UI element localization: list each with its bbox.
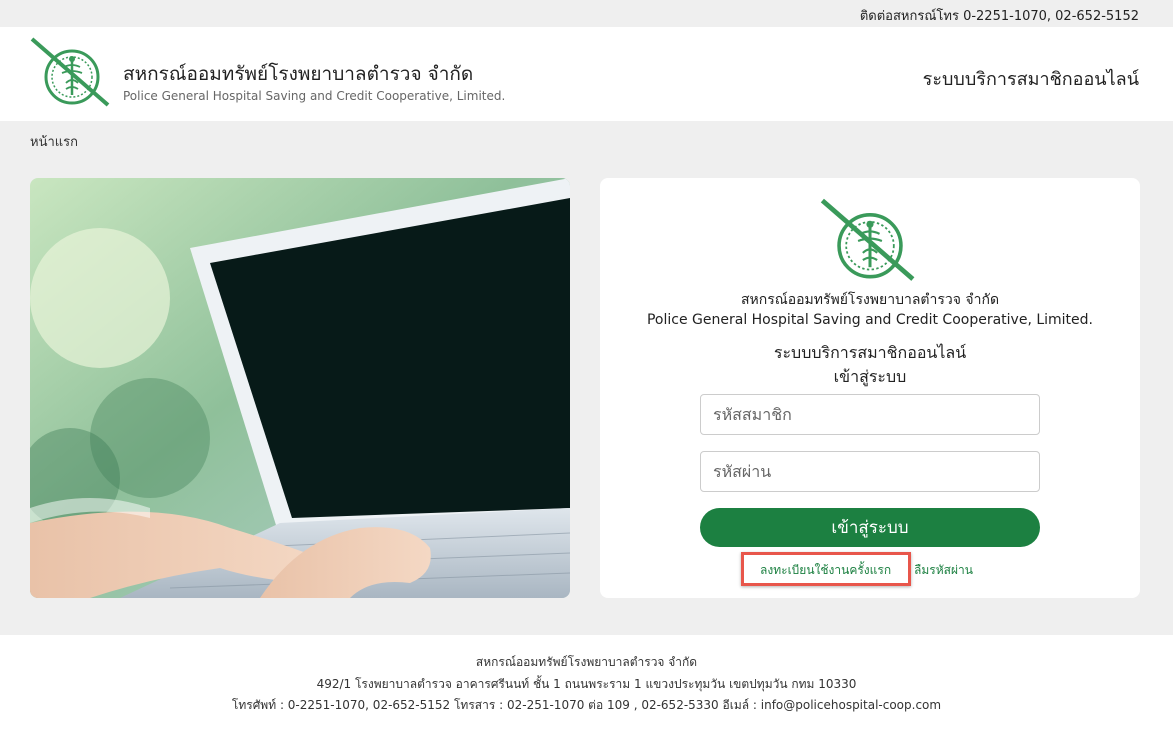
footer-address: 492/1 โรงพยาบาลตำรวจ อาคารศรีนนท์ ชั้น 1… bbox=[316, 677, 857, 691]
footer-org-name: สหกรณ์ออมทรัพย์โรงพยาบาลตำรวจ จำกัด bbox=[475, 655, 698, 669]
login-card: สหกรณ์ออมทรัพย์โรงพยาบาลตำรวจ จำกัด Poli… bbox=[600, 178, 1140, 598]
contact-phone-text: ติดต่อสหกรณ์โทร 0-2251-1070, 02-652-5152 bbox=[859, 9, 1139, 24]
coop-logo-icon[interactable] bbox=[30, 37, 114, 109]
login-heading: เข้าสู่ระบบ bbox=[833, 367, 907, 386]
laptop-typing-photo-icon bbox=[30, 178, 570, 598]
header-org-name-en: Police General Hospital Saving and Credi… bbox=[123, 89, 506, 103]
site-header: สหกรณ์ออมทรัพย์โรงพยาบาลตำรวจ จำกัด Poli… bbox=[0, 27, 1173, 121]
hero-image bbox=[30, 178, 570, 598]
top-contact-bar: ติดต่อสหกรณ์โทร 0-2251-1070, 02-652-5152 bbox=[0, 0, 1173, 27]
breadcrumb: หน้าแรก bbox=[0, 121, 1173, 158]
register-first-time-link[interactable]: ลงทะเบียนใช้งานครั้งแรก bbox=[760, 561, 891, 580]
login-links: ลงทะเบียนใช้งานครั้งแรก ลืมรหัสผ่าน bbox=[600, 552, 1140, 586]
member-id-input[interactable] bbox=[700, 394, 1040, 435]
breadcrumb-home-link[interactable]: หน้าแรก bbox=[30, 131, 78, 152]
login-system-title: ระบบบริการสมาชิกออนไลน์ bbox=[773, 343, 967, 362]
header-system-title: ระบบบริการสมาชิกออนไลน์ bbox=[922, 69, 1139, 90]
forgot-password-link[interactable]: ลืมรหัสผ่าน bbox=[914, 561, 973, 580]
footer-contact: โทรศัพท์ : 0-2251-1070, 02-652-5152 โทรส… bbox=[231, 698, 942, 712]
header-org-name-th: สหกรณ์ออมทรัพย์โรงพยาบาลตำรวจ จำกัด bbox=[123, 63, 474, 85]
login-org-name-en: Police General Hospital Saving and Credi… bbox=[646, 312, 1093, 328]
coop-logo-icon bbox=[820, 198, 915, 281]
site-footer: สหกรณ์ออมทรัพย์โรงพยาบาลตำรวจ จำกัด 492/… bbox=[0, 635, 1173, 730]
login-button[interactable]: เข้าสู่ระบบ bbox=[700, 508, 1040, 547]
password-input[interactable] bbox=[700, 451, 1040, 492]
login-org-name-th: สหกรณ์ออมทรัพย์โรงพยาบาลตำรวจ จำกัด bbox=[740, 292, 1000, 308]
